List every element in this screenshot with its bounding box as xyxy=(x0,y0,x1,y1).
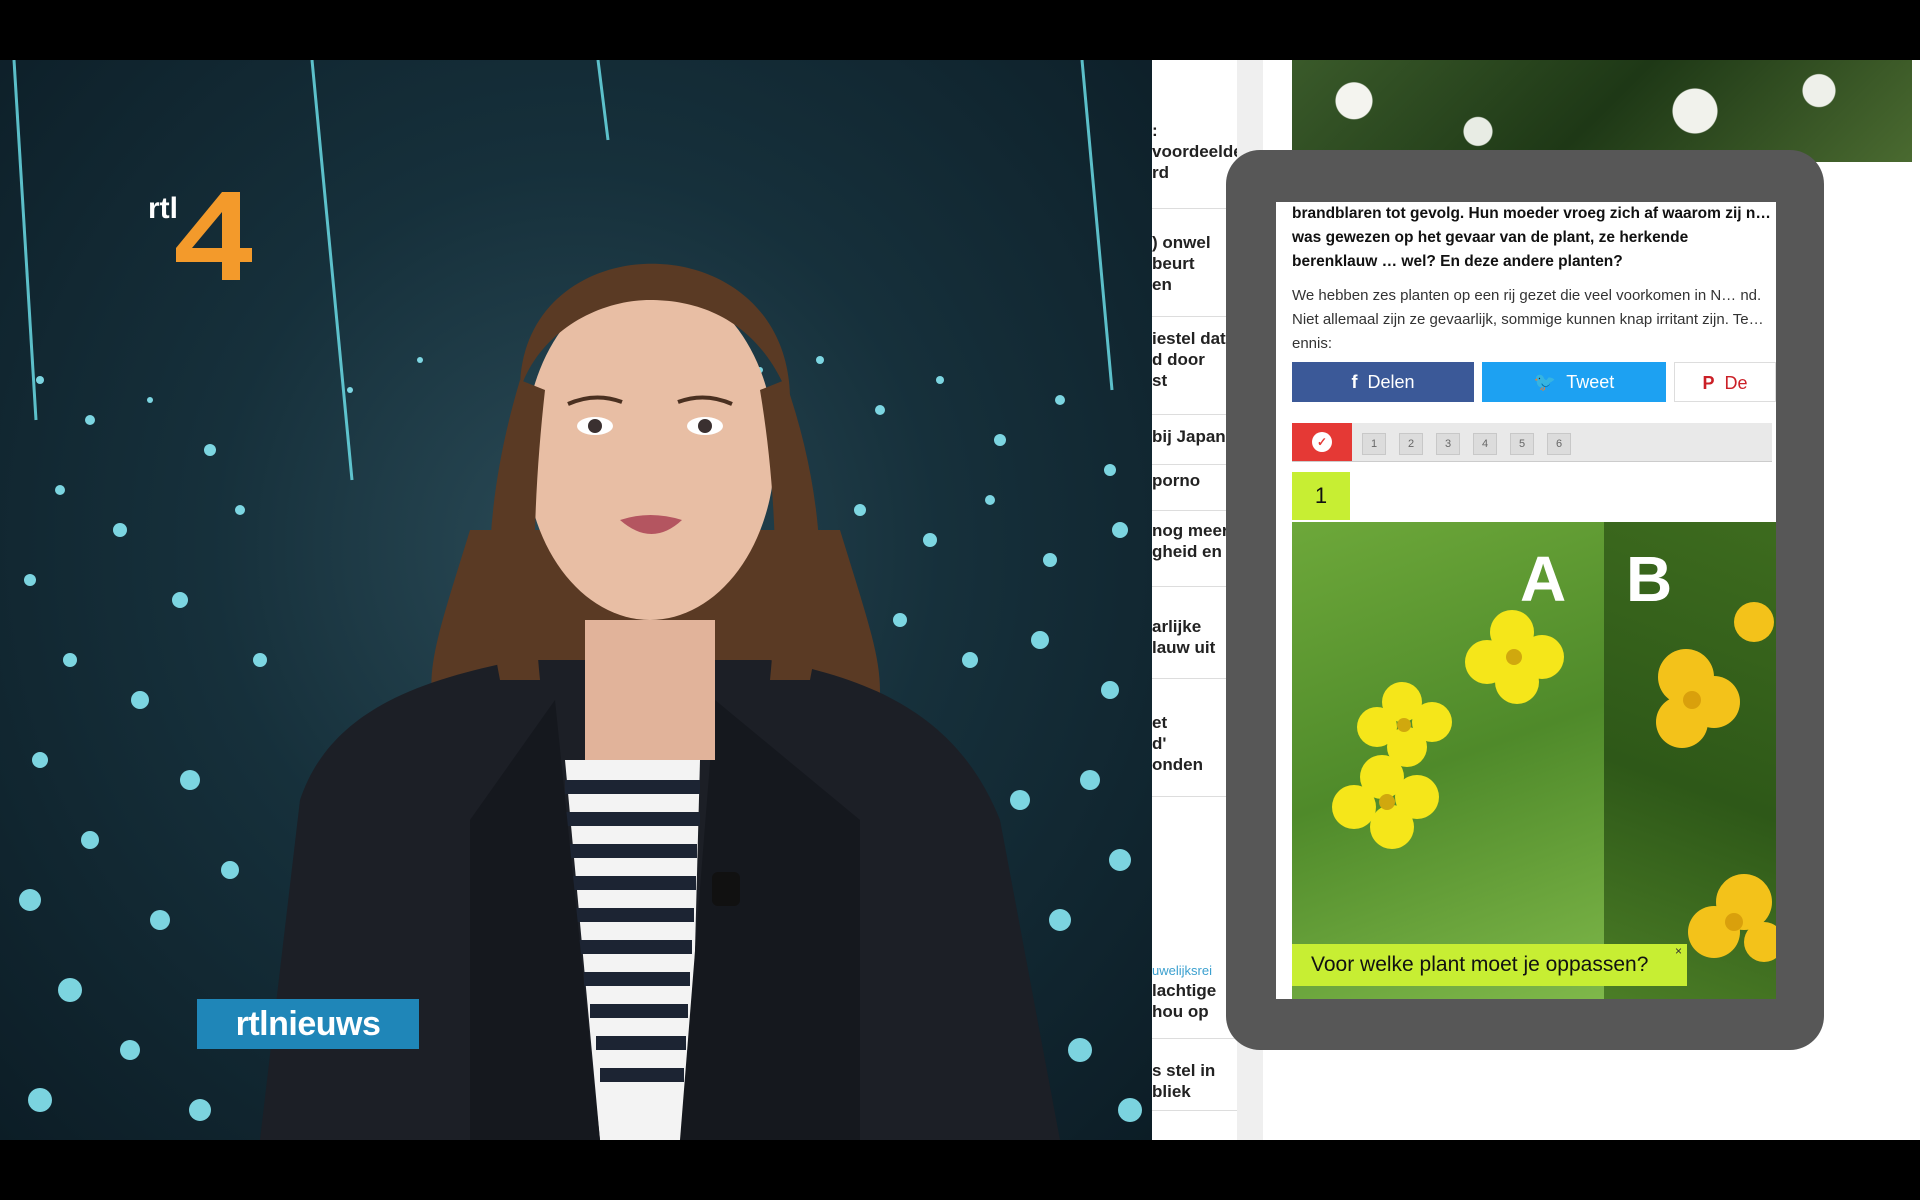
letterbox-top xyxy=(0,0,1920,60)
quiz-photo: A B xyxy=(1292,522,1776,999)
rtlnieuws-logo: rtlnieuws xyxy=(197,999,419,1049)
headline-sidebar: : voordeelde rd ) onwel beurt en iestel … xyxy=(1152,60,1237,1140)
question-number: 1 xyxy=(1292,472,1350,520)
article-lead: brandblaren tot gevolg. Hun moeder vroeg… xyxy=(1292,205,1771,270)
quiz-page-4[interactable]: 4 xyxy=(1473,433,1497,455)
sidebar-headline[interactable]: iestel dat d door st xyxy=(1152,328,1237,415)
tablet-screen: brandblaren tot gevolg. Hun moeder vroeg… xyxy=(1276,202,1776,999)
facebook-share-button[interactable]: f Delen xyxy=(1292,362,1474,402)
twitter-share-label: Tweet xyxy=(1566,372,1615,392)
sidebar-headline[interactable]: : voordeelde rd xyxy=(1152,120,1237,209)
pinterest-icon: P xyxy=(1702,373,1715,393)
sidebar-headline[interactable]: bij Japan xyxy=(1152,426,1237,465)
quiz-pagination: ✓ 1 2 3 4 5 6 xyxy=(1292,423,1772,462)
twitter-icon: 🐦 xyxy=(1533,372,1557,392)
facebook-icon: f xyxy=(1351,372,1358,392)
article-text: brandblaren tot gevolg. Hun moeder vroeg… xyxy=(1292,202,1772,356)
plant-a-image[interactable]: A xyxy=(1292,522,1604,999)
channel-logo: rtl xyxy=(148,188,258,288)
plant-b-image[interactable]: B xyxy=(1604,522,1776,999)
quiz-question-caption: Voor welke plant moet je oppassen? × xyxy=(1292,944,1687,986)
studio-background: rtl xyxy=(0,60,1152,1140)
sidebar-headline[interactable]: porno xyxy=(1152,470,1237,511)
letterbox-bottom xyxy=(0,1140,1920,1200)
quiz-question-text: Voor welke plant moet je oppassen? xyxy=(1311,953,1649,976)
pinterest-share-label: De xyxy=(1724,373,1748,393)
close-icon[interactable]: × xyxy=(1675,930,1682,972)
quiz-page-6[interactable]: 6 xyxy=(1547,433,1571,455)
quiz-page-1[interactable]: 1 xyxy=(1362,433,1386,455)
option-b-label: B xyxy=(1626,543,1673,615)
article-body: We hebben zes planten op een rij gezet d… xyxy=(1292,287,1764,352)
quiz-icon: ✓ xyxy=(1312,432,1332,452)
sidebar-headline[interactable]: lachtige hou op xyxy=(1152,980,1237,1039)
sidebar-category[interactable]: uwelijksrei xyxy=(1152,960,1237,978)
channel-logo-4 xyxy=(176,192,252,280)
quiz-page-5[interactable]: 5 xyxy=(1510,433,1534,455)
quiz-page-3[interactable]: 3 xyxy=(1436,433,1460,455)
facebook-share-label: Delen xyxy=(1367,372,1415,392)
sidebar-headline[interactable]: s stel in bliek xyxy=(1152,1060,1237,1111)
quiz-badge: ✓ xyxy=(1292,423,1352,461)
quiz-page-2[interactable]: 2 xyxy=(1399,433,1423,455)
sidebar-headline[interactable]: arlijke lauw uit xyxy=(1152,616,1237,679)
sidebar-headline[interactable]: ) onwel beurt en xyxy=(1152,232,1237,317)
sidebar-headline[interactable]: et d' onden xyxy=(1152,712,1237,797)
twitter-share-button[interactable]: 🐦 Tweet xyxy=(1482,362,1666,402)
option-a-label: A xyxy=(1520,543,1567,615)
hero-image xyxy=(1292,60,1912,162)
pinterest-share-button[interactable]: P De xyxy=(1674,362,1776,402)
sidebar-headline[interactable]: nog meer gheid en xyxy=(1152,520,1237,587)
